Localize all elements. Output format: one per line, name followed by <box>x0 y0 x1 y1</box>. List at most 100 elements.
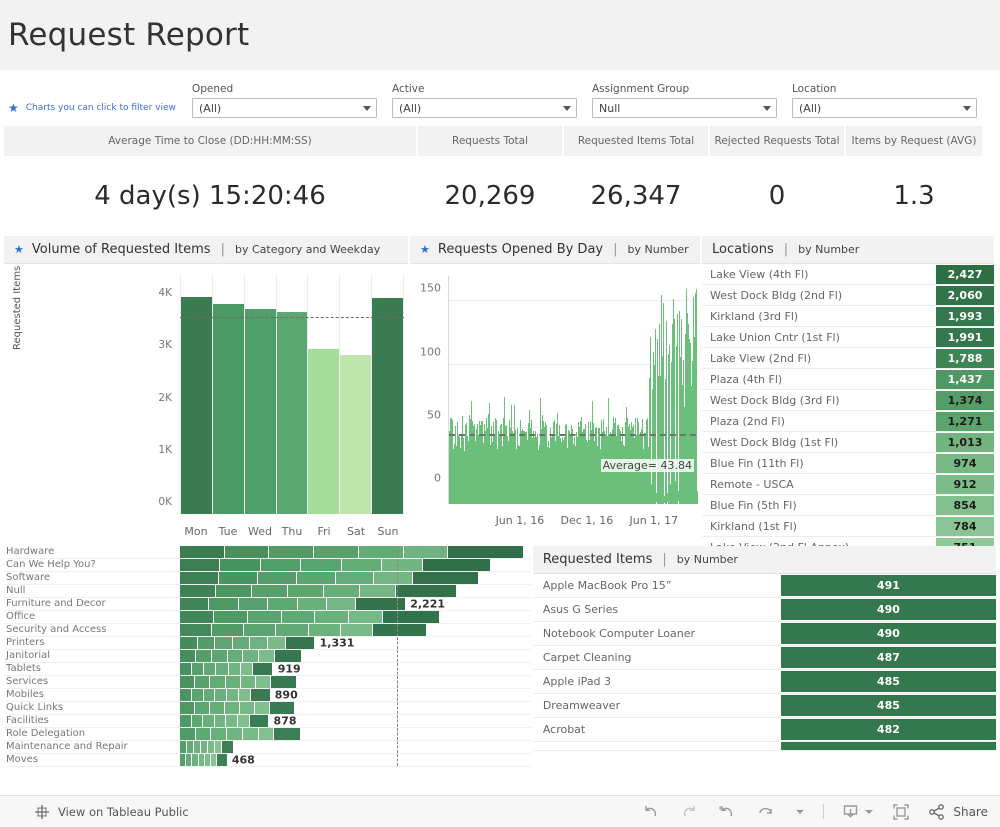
refresh-icon[interactable] <box>755 803 777 821</box>
kpi-header: Rejected Requests Total <box>710 126 844 156</box>
filter-select[interactable]: (All) <box>392 98 577 118</box>
stack-segment <box>208 741 215 753</box>
chevron-down-icon[interactable] <box>795 808 805 816</box>
item-row[interactable]: Apple MacBook Pro 15” 491 <box>532 574 996 598</box>
category-row[interactable]: Hardware <box>4 546 531 559</box>
item-row[interactable]: Asus G Series 490 <box>532 598 996 622</box>
download-icon[interactable] <box>842 803 874 820</box>
category-row[interactable]: Mobiles 890 <box>4 689 531 702</box>
location-row[interactable]: Lake View (2nd Fl) 1,788 <box>702 348 994 369</box>
category-row[interactable]: Tablets 919 <box>4 663 531 676</box>
share-button[interactable]: Share <box>928 803 988 821</box>
locations-list[interactable]: Lake View (4th Fl) 2,427 West Dock Bldg (2… <box>702 264 994 546</box>
category-row[interactable]: Software <box>4 572 531 585</box>
y-tick-label: 3K <box>158 339 172 352</box>
category-name: Services <box>6 676 49 687</box>
category-row[interactable]: Security and Access <box>4 624 531 637</box>
location-row[interactable]: Remote - USCA 912 <box>702 474 994 495</box>
location-row[interactable]: Kirkland (3rd Fl) 1,993 <box>702 306 994 327</box>
category-row[interactable]: Quick Links <box>4 702 531 715</box>
category-row[interactable]: Facilities 878 <box>4 715 531 728</box>
fullscreen-icon[interactable] <box>892 803 910 821</box>
category-row[interactable]: Can We Help You? <box>4 559 531 572</box>
chevron-down-icon[interactable] <box>763 105 771 111</box>
requested-items-header: Requested Items | by Number <box>532 546 996 574</box>
stack-segment <box>197 637 216 649</box>
revert-icon[interactable] <box>717 803 737 821</box>
stack-segment <box>297 598 327 610</box>
item-row[interactable]: Apple iPad 3 485 <box>532 670 996 694</box>
item-row[interactable]: Carpet Cleaning 487 <box>532 646 996 670</box>
view-on-tableau-public-button[interactable]: View on Tableau Public <box>0 804 189 820</box>
weekday-bar-column[interactable] <box>275 274 308 514</box>
bar[interactable] <box>244 308 276 514</box>
location-row[interactable]: West Dock Bldg (2nd Fl) 2,060 <box>702 285 994 306</box>
weekday-bar-column[interactable] <box>307 274 340 514</box>
category-row[interactable]: Maintenance and Repair <box>4 741 531 754</box>
undo-icon[interactable] <box>641 803 661 821</box>
item-row[interactable]: Notebook Computer Loaner 490 <box>532 622 996 646</box>
filter-assignment-group[interactable]: Assignment Group Null <box>592 83 777 118</box>
kpi-header: Requests Total <box>418 126 562 156</box>
location-row[interactable]: West Dock Bldg (3rd Fl) 1,374 <box>702 390 994 411</box>
location-row[interactable]: Plaza (4th Fl) 1,437 <box>702 369 994 390</box>
chevron-down-icon[interactable] <box>563 105 571 111</box>
redo-icon[interactable] <box>679 803 699 821</box>
location-row[interactable]: Kirkland (1st Fl) 784 <box>702 516 994 537</box>
weekday-chart[interactable]: Requested Items 0K 1K 2K 3K 4K Mon Tue Wed Thu F… <box>4 264 408 546</box>
bar[interactable] <box>212 304 244 514</box>
category-row[interactable]: Office <box>4 611 531 624</box>
stack-segment <box>215 637 233 649</box>
item-row[interactable] <box>532 742 996 751</box>
weekday-bar-column[interactable] <box>180 274 212 514</box>
location-row[interactable]: Lake View (4th Fl) 2,427 <box>702 264 994 285</box>
weekday-bar-column[interactable] <box>211 274 244 514</box>
weekday-bar-column[interactable] <box>243 274 276 514</box>
volume-by-category-chart[interactable]: Hardware Can We Help You? Software Null Furn… <box>4 546 531 767</box>
location-row[interactable]: Lake View (2nd Fl Annex)751 <box>702 537 994 546</box>
stack-segment <box>210 676 226 688</box>
filter-select[interactable]: (All) <box>792 98 977 118</box>
x-tick-label: Sun <box>377 525 399 538</box>
filter-active[interactable]: Active (All) <box>392 83 577 118</box>
location-row[interactable]: Blue Fin (5th Fl) 854 <box>702 495 994 516</box>
filter-location[interactable]: Location (All) <box>792 83 977 118</box>
item-row[interactable]: Acrobat 482 <box>532 718 996 742</box>
bar[interactable] <box>276 311 308 514</box>
bar[interactable] <box>308 349 340 514</box>
bar[interactable] <box>372 298 404 514</box>
category-row[interactable]: Null <box>4 585 531 598</box>
location-row[interactable]: West Dock Bldg (1st Fl) 1,013 <box>702 432 994 453</box>
requested-items-list[interactable]: Apple MacBook Pro 15” 491 Asus G Series 490… <box>532 574 996 751</box>
bar[interactable] <box>340 355 372 514</box>
bar[interactable] <box>181 297 212 514</box>
weekday-bar-column[interactable] <box>339 274 372 514</box>
location-row[interactable]: Lake Union Cntr (1st Fl) 1,991 <box>702 327 994 348</box>
item-row[interactable]: Dreamweaver 485 <box>532 694 996 718</box>
timeseries-chart[interactable]: 0 50 100 150 Average= 43.84 Jun 1, 16 Dec 1,… <box>410 264 700 546</box>
category-row[interactable]: Printers 1,331 <box>4 637 531 650</box>
category-row[interactable]: Moves 468 <box>4 754 531 767</box>
category-row[interactable]: Role Delegation <box>4 728 531 741</box>
chevron-down-icon[interactable] <box>363 105 371 111</box>
stack-segment <box>180 611 214 623</box>
filter-select[interactable]: Null <box>592 98 777 118</box>
location-row[interactable]: Plaza (2nd Fl) 1,271 <box>702 411 994 432</box>
chevron-down-icon[interactable] <box>963 105 971 111</box>
location-row[interactable]: Blue Fin (11th Fl) 974 <box>702 453 994 474</box>
stack-segment <box>187 741 194 753</box>
category-bar-zone <box>180 702 531 714</box>
category-row[interactable]: Furniture and Decor 2,221 <box>4 598 531 611</box>
star-icon: ★ <box>420 243 430 256</box>
stack-segment <box>243 650 260 662</box>
toolbar-separator <box>823 804 825 819</box>
category-row[interactable]: Janitorial <box>4 650 531 663</box>
weekday-bar-column[interactable] <box>371 274 405 514</box>
filter-select[interactable]: (All) <box>192 98 377 118</box>
filter-opened[interactable]: Opened (All) <box>192 83 377 118</box>
stack-segment <box>225 676 241 688</box>
category-row[interactable]: Services <box>4 676 531 689</box>
stack-segment <box>267 637 286 649</box>
filter-bar: ★ Charts you can click to filter view Op… <box>0 70 1000 126</box>
stack-segment <box>192 663 205 675</box>
